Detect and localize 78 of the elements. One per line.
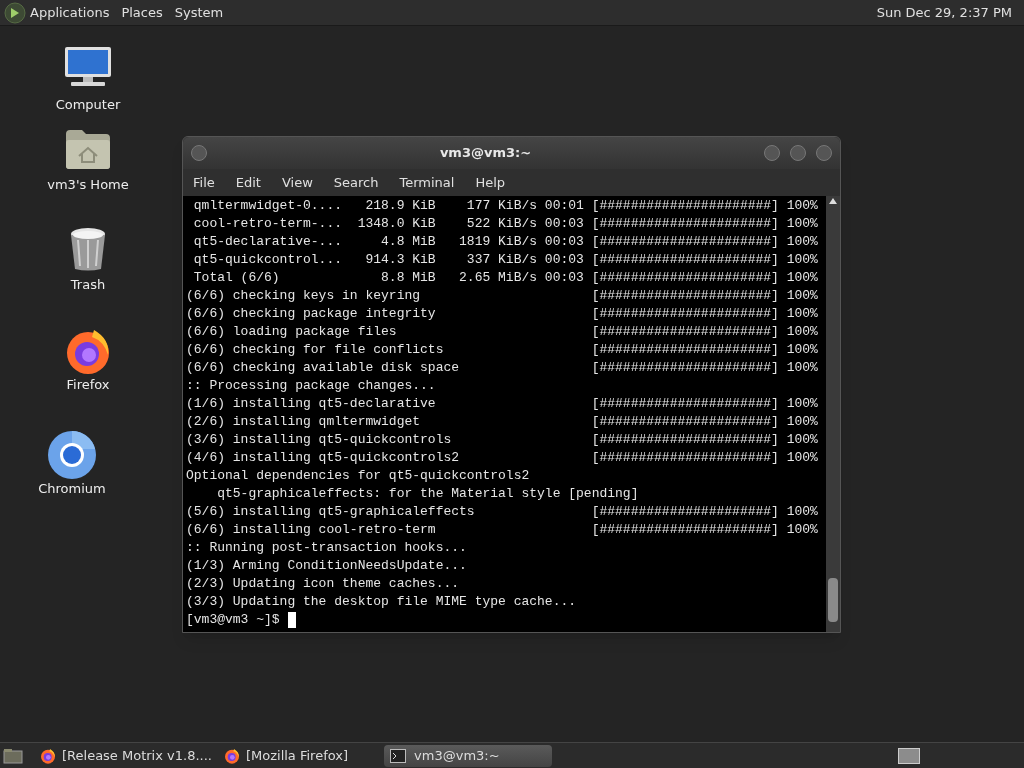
- maximize-button[interactable]: [790, 145, 806, 161]
- progress-readout: [######################] 100%: [591, 197, 818, 215]
- trash-icon[interactable]: [68, 226, 108, 272]
- workspace-switcher[interactable]: [898, 747, 920, 764]
- terminal-icon: [390, 748, 407, 763]
- progress-readout: [######################] 100%: [591, 521, 818, 539]
- window-title: vm3@vm3:~: [438, 144, 533, 163]
- desktop-icon-label[interactable]: vm3's Home: [38, 177, 138, 193]
- distro-logo-icon[interactable]: [4, 1, 26, 24]
- terminal-line: (3/3) Updating the desktop file MIME type cache...: [186, 593, 577, 611]
- progress-readout: [######################] 100%: [591, 323, 818, 341]
- minimize-button[interactable]: [764, 145, 780, 161]
- terminal-line: (6/6) loading package files: [186, 323, 398, 341]
- taskbar-button[interactable]: [Mozilla Firefox]: [217, 744, 355, 767]
- firefox-icon: [223, 747, 240, 764]
- terminal-line: qt5-declarative-... 4.8 MiB 1819 KiB/s 00:03: [192, 233, 585, 251]
- panel-menu[interactable]: Places: [121, 2, 163, 23]
- progress-readout: [######################] 100%: [591, 269, 818, 287]
- terminal-line: qt5-quickcontrol... 914.3 KiB 337 KiB/s 00:03: [192, 251, 585, 269]
- menu-item[interactable]: Search: [333, 172, 379, 193]
- terminal-line: qmltermwidget-0.... 218.9 KiB 177 KiB/s 00:01: [192, 197, 585, 215]
- menu-item[interactable]: File: [193, 172, 215, 193]
- terminal-line: Optional dependencies for qt5-quickcontrols2: [186, 467, 530, 485]
- terminal-line: (1/3) Arming ConditionNeedsUpdate...: [186, 557, 467, 575]
- shell-prompt: [vm3@vm3 ~]$: [186, 611, 280, 629]
- desktop-icon-label[interactable]: Chromium: [22, 481, 122, 497]
- terminal-line: :: Processing package changes...: [186, 377, 436, 395]
- panel-menu[interactable]: Applications: [30, 2, 110, 23]
- terminal-line: (6/6) checking for file conflicts: [186, 341, 445, 359]
- progress-readout: [######################] 100%: [591, 287, 818, 305]
- window-menu-button[interactable]: [191, 145, 207, 161]
- menu-item[interactable]: View: [281, 172, 313, 193]
- progress-readout: [######################] 100%: [591, 395, 818, 413]
- desktop-icon-label[interactable]: Firefox: [38, 377, 138, 393]
- scrollbar[interactable]: [826, 196, 840, 632]
- terminal-line: cool-retro-term-... 1348.0 KiB 522 KiB/s 00:03: [192, 215, 585, 233]
- progress-readout: [######################] 100%: [591, 413, 818, 431]
- terminal-line: (3/6) installing qt5-quickcontrols: [186, 431, 453, 449]
- progress-readout: [######################] 100%: [591, 503, 818, 521]
- progress-readout: [######################] 100%: [591, 449, 818, 467]
- taskbar-button[interactable]: [Release Motrix v1.8....: [34, 744, 218, 767]
- show-desktop-icon[interactable]: [3, 747, 23, 764]
- terminal-line: (4/6) installing qt5-quickcontrols2: [186, 449, 461, 467]
- terminal-line: (6/6) checking available disk space: [186, 359, 461, 377]
- menu-item[interactable]: Terminal: [399, 172, 455, 193]
- desktop-icon-label[interactable]: Trash: [38, 277, 138, 293]
- progress-readout: [######################] 100%: [591, 341, 818, 359]
- scroll-up-icon[interactable]: [829, 198, 837, 204]
- progress-readout: [######################] 100%: [591, 215, 818, 233]
- terminal-line: (2/6) installing qmltermwidget: [186, 413, 422, 431]
- menu-item[interactable]: Help: [475, 172, 506, 193]
- menu-item[interactable]: Edit: [235, 172, 261, 193]
- home-folder-icon[interactable]: [65, 128, 111, 170]
- terminal-line: (1/6) installing qt5-declarative: [186, 395, 437, 413]
- taskbar-button[interactable]: vm3@vm3:~: [384, 744, 553, 767]
- progress-readout: [######################] 100%: [591, 431, 818, 449]
- desktop-icon-label[interactable]: Computer: [38, 97, 138, 113]
- terminal-line: :: Running post-transaction hooks...: [186, 539, 467, 557]
- progress-readout: [######################] 100%: [591, 233, 818, 251]
- firefox-icon: [40, 747, 56, 764]
- terminal-line: (6/6) checking keys in keyring: [186, 287, 422, 305]
- terminal-line: qt5-graphicaleffects: for the Material style [pending]: [216, 485, 639, 503]
- clock[interactable]: Sun Dec 29, 2:37 PM: [876, 2, 1012, 23]
- terminal-line: (6/6) checking package integrity: [186, 305, 437, 323]
- progress-readout: [######################] 100%: [591, 305, 818, 323]
- terminal-line: Total (6/6) 8.8 MiB 2.65 MiB/s 00:03: [192, 269, 585, 287]
- terminal-line: (2/3) Updating icon theme caches...: [186, 575, 460, 593]
- text-cursor: [287, 612, 296, 628]
- firefox-icon[interactable]: [64, 327, 112, 375]
- terminal-line: (5/6) installing qt5-graphicaleffects: [186, 503, 476, 521]
- progress-readout: [######################] 100%: [591, 359, 818, 377]
- close-button[interactable]: [816, 145, 832, 161]
- progress-readout: [######################] 100%: [591, 251, 818, 269]
- computer-icon[interactable]: [63, 46, 113, 88]
- terminal-line: (6/6) installing cool-retro-term: [186, 521, 437, 539]
- panel-menu[interactable]: System: [174, 2, 224, 23]
- scrollbar-thumb[interactable]: [828, 578, 838, 622]
- chromium-icon[interactable]: [47, 430, 97, 480]
